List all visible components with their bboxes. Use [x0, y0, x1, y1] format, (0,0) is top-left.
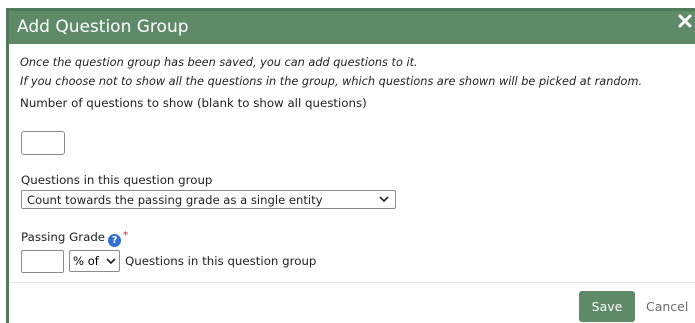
- save-button[interactable]: Save: [579, 291, 635, 322]
- dialog-body: Once the question group has been saved, …: [20, 53, 692, 273]
- chevron-down-icon: [379, 196, 389, 203]
- questions-group-select[interactable]: Count towards the passing grade as a sin…: [21, 190, 396, 209]
- passing-grade-suffix: Questions in this question group: [125, 254, 317, 268]
- passing-grade-input[interactable]: [21, 250, 64, 273]
- intro-text-saved: Once the question group has been saved, …: [20, 56, 418, 69]
- passing-grade-unit-select[interactable]: % of: [69, 250, 120, 272]
- intro-text-random: If you choose not to show all the questi…: [20, 75, 643, 88]
- cancel-button[interactable]: Cancel: [646, 291, 688, 322]
- add-question-group-dialog: Add Question Group Once the question gro…: [6, 8, 695, 323]
- passing-grade-label-row: Passing Grade? *: [21, 228, 128, 247]
- passing-grade-unit-value: % of: [73, 254, 99, 268]
- questions-group-label: Questions in this question group: [21, 173, 213, 187]
- help-icon[interactable]: ?: [108, 234, 122, 247]
- footer-divider: [9, 282, 695, 283]
- num-questions-label: Number of questions to show (blank to sh…: [20, 96, 367, 110]
- questions-group-selected-value: Count towards the passing grade as a sin…: [27, 193, 323, 207]
- num-questions-input[interactable]: [21, 131, 65, 155]
- passing-grade-label: Passing Grade: [21, 230, 106, 244]
- close-icon[interactable]: [677, 13, 693, 29]
- dialog-titlebar: Add Question Group: [9, 11, 695, 44]
- required-marker: *: [123, 230, 129, 241]
- dialog-title: Add Question Group: [17, 17, 189, 37]
- chevron-down-icon: [106, 258, 116, 265]
